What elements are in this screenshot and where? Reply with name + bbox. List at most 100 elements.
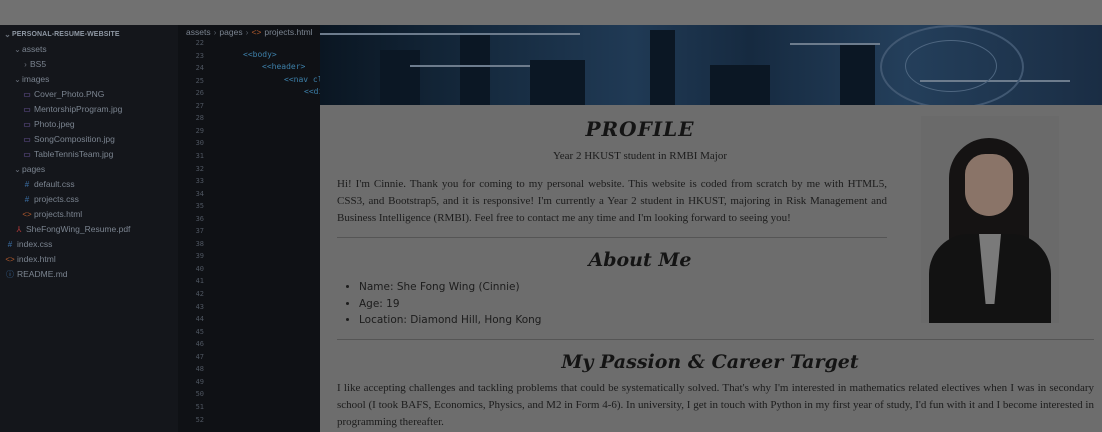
line-number: 48 (195, 365, 204, 374)
line-number: 34 (195, 189, 204, 198)
line-number: 40 (195, 264, 204, 273)
explorer-item[interactable]: ⅄ SheFongWing_Resume.pdf (13, 222, 131, 237)
line-number: 23 (195, 51, 204, 60)
line-number: 22 (195, 39, 204, 47)
explorer-item-label: README.md (17, 269, 68, 279)
line-number: 42 (195, 290, 204, 298)
line-number: 29 (195, 126, 204, 135)
explorer-item[interactable]: # default.css (21, 177, 75, 192)
line-number: 52 (195, 415, 204, 424)
divider (337, 339, 1094, 340)
explorer-item-label: default.css (34, 179, 75, 189)
css-file-icon: # (7, 240, 13, 249)
explorer-item-label: Cover_Photo.PNG (34, 89, 105, 99)
breadcrumb-item[interactable]: assets (186, 27, 211, 37)
code-line[interactable]: <<body> (243, 50, 277, 59)
explorer-item[interactable]: # index.css (4, 237, 53, 252)
chevron-right-icon: › (24, 60, 27, 69)
cover-photo (320, 25, 1102, 105)
explorer-item-label: images (22, 74, 50, 84)
explorer-item[interactable]: # projects.css (21, 192, 79, 207)
explorer-item[interactable]: ⌄ images (13, 72, 49, 87)
explorer-item-label: index.html (17, 254, 56, 264)
explorer-item-label: TableTennisTeam.jpg (34, 149, 114, 159)
line-number: 49 (195, 377, 204, 386)
explorer-item[interactable]: ⌄ pages (13, 162, 45, 177)
explorer-item[interactable]: ▭ MentorshipProgram.jpg (21, 102, 122, 117)
explorer-root[interactable]: ⌄ PERSONAL-RESUME-WEBSITE (3, 27, 120, 42)
explorer-item-label: projects.html (34, 209, 83, 219)
about-list: Name: She Fong Wing (Cinnie) Age: 19 Loc… (337, 279, 541, 329)
breadcrumb-item[interactable]: pages (219, 27, 242, 37)
line-number: 26 (195, 89, 204, 98)
line-number: 41 (195, 277, 204, 286)
chevron-down-icon: ⌄ (4, 30, 11, 39)
explorer-item[interactable]: › BS5 (21, 57, 46, 72)
html-file-icon: <> (5, 255, 15, 264)
profile-photo (921, 116, 1059, 323)
explorer-item-label: projects.css (34, 194, 79, 204)
explorer-item-label: SongComposition.jpg (34, 134, 115, 144)
website-preview: PROFILE Year 2 HKUST student in RMBI Maj… (320, 25, 1102, 432)
explorer-item-label: index.css (17, 239, 53, 249)
list-item: Location: Diamond Hill, Hong Kong (359, 312, 541, 329)
explorer-item[interactable]: <> projects.html (21, 207, 82, 222)
code-line[interactable]: <<header> (262, 62, 305, 71)
chevron-down-icon: ⌄ (14, 165, 21, 174)
breadcrumb-item[interactable]: projects.html (264, 27, 312, 37)
explorer-item[interactable]: ⌄ assets (13, 42, 47, 57)
passion-title: My Passion & Career Target (561, 351, 859, 373)
line-number: 45 (195, 327, 204, 336)
line-number: 33 (195, 177, 204, 186)
list-item: Age: 19 (359, 296, 541, 313)
css-file-icon: # (24, 180, 30, 189)
explorer-item[interactable]: ▭ TableTennisTeam.jpg (21, 147, 113, 162)
html-file-icon: <> (22, 210, 32, 219)
intro-paragraph: Hi! I'm Cinnie. Thank you for coming to … (337, 178, 887, 224)
explorer-item-label: Photo.jpeg (34, 119, 75, 129)
code-line[interactable]: <<nav cl (284, 75, 320, 84)
line-number: 27 (195, 101, 204, 110)
profile-subtitle: Year 2 HKUST student in RMBI Major (552, 150, 728, 162)
list-item: Name: She Fong Wing (Cinnie) (359, 279, 541, 296)
line-number: 47 (195, 352, 204, 361)
line-number: 39 (195, 252, 204, 261)
line-number: 38 (195, 239, 204, 248)
html-file-icon: <> (251, 27, 262, 37)
chevron-right-icon: › (213, 27, 217, 37)
image-file-icon: ▭ (23, 120, 31, 129)
line-number: 44 (195, 315, 204, 324)
breadcrumb: assets › pages › <> projects.html (186, 27, 313, 37)
css-file-icon: # (24, 195, 30, 204)
explorer-root-label: PERSONAL-RESUME-WEBSITE (12, 31, 120, 38)
line-number: 28 (195, 114, 204, 123)
line-number: 51 (195, 402, 204, 411)
passion-paragraph: I like accepting challenges and tackling… (337, 382, 1094, 428)
explorer-item-label: MentorshipProgram.jpg (34, 104, 123, 114)
title-bar (0, 0, 1102, 25)
line-number: 35 (195, 202, 204, 211)
line-number: 30 (195, 139, 204, 148)
profile-title: PROFILE (585, 117, 695, 141)
line-number: 32 (195, 164, 204, 173)
pdf-file-icon: ⅄ (16, 225, 22, 234)
about-title: About Me (588, 249, 692, 271)
explorer-item[interactable]: ▭ Cover_Photo.PNG (21, 87, 104, 102)
line-number: 50 (195, 390, 204, 399)
code-line[interactable]: <<di (304, 87, 320, 96)
explorer-item-label: SheFongWing_Resume.pdf (26, 224, 131, 234)
explorer-item[interactable]: ▭ Photo.jpeg (21, 117, 75, 132)
explorer-item-label: assets (22, 44, 47, 54)
info-file-icon: ⓘ (6, 270, 14, 279)
line-number: 36 (195, 214, 204, 223)
explorer-item-label: pages (22, 164, 46, 174)
explorer-item[interactable]: ▭ SongComposition.jpg (21, 132, 115, 147)
explorer-item[interactable]: <> index.html (4, 252, 56, 267)
code-editor: ⌄ PERSONAL-RESUME-WEBSITE ⌄ assets › BS5 ⌄ im… (0, 25, 320, 432)
line-number: 25 (195, 76, 204, 85)
chevron-down-icon: ⌄ (14, 75, 21, 84)
line-number: 31 (195, 151, 204, 160)
file-explorer: ⌄ PERSONAL-RESUME-WEBSITE ⌄ assets › BS5 ⌄ im… (0, 25, 178, 432)
explorer-item[interactable]: ⓘ README.md (4, 267, 68, 282)
line-number: 24 (195, 64, 204, 73)
